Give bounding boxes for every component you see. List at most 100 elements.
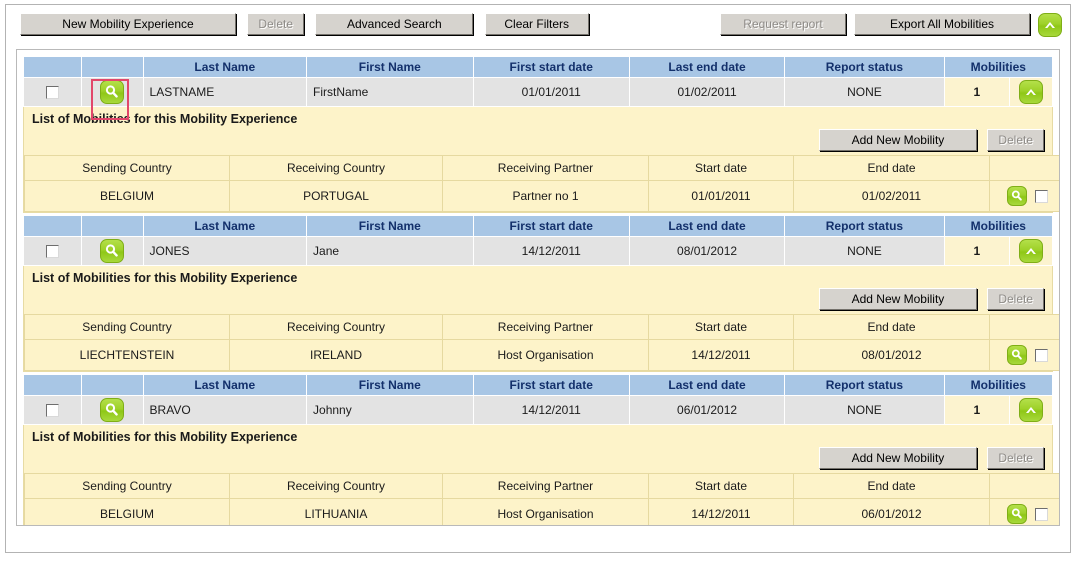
mobility-experience-table: Last Name First Name First start date La…	[22, 215, 1054, 266]
cell-last-end-date: 08/01/2012	[628, 236, 786, 266]
magnifier-icon[interactable]	[100, 80, 125, 104]
column-select	[22, 215, 83, 237]
detail-delete-button: Delete	[987, 129, 1044, 151]
detail-row: BELGIUM LITHUANIA Host Organisation 14/1…	[24, 498, 1059, 525]
checkbox-unchecked-icon[interactable]	[46, 404, 60, 418]
cell-receiving-country: IRELAND	[229, 339, 443, 371]
export-all-mobilities-button[interactable]: Export All Mobilities	[854, 13, 1030, 35]
column-sending-country: Sending Country	[24, 155, 230, 181]
advanced-search-button[interactable]: Advanced Search	[315, 13, 474, 35]
magnifier-icon[interactable]	[100, 239, 125, 263]
magnifier-icon[interactable]	[1007, 504, 1028, 524]
mobility-detail-section: List of Mobilities for this Mobility Exp…	[23, 425, 1059, 525]
table-row: LASTNAME FirstName 01/01/2011 01/02/2011…	[22, 77, 1053, 107]
column-last-name: Last Name	[142, 215, 308, 237]
cell-last-end-date: 01/02/2011	[628, 77, 786, 107]
cell-report-status: NONE	[784, 77, 945, 107]
detail-section-title: List of Mobilities for this Mobility Exp…	[32, 271, 298, 285]
new-mobility-experience-button[interactable]: New Mobility Experience	[20, 13, 236, 35]
column-detail-actions	[989, 155, 1059, 181]
detail-actions: Add New Mobility Delete	[24, 288, 1052, 314]
cell-sending-country: BELGIUM	[24, 180, 230, 212]
detail-actions: Add New Mobility Delete	[24, 129, 1052, 155]
cell-receiving-country: PORTUGAL	[229, 180, 443, 212]
chevron-up-icon[interactable]	[1019, 80, 1043, 104]
column-receiving-partner: Receiving Partner	[442, 473, 649, 499]
column-end-date: End date	[793, 473, 990, 499]
checkbox-unchecked-icon[interactable]	[1034, 348, 1048, 362]
column-report-status: Report status	[784, 215, 945, 237]
row-select-cell	[22, 236, 83, 266]
row-select-cell	[22, 395, 83, 425]
results-panel: Last Name First Name First start date La…	[16, 49, 1060, 526]
cell-detail-actions	[989, 180, 1059, 212]
chevron-up-icon[interactable]	[1038, 13, 1062, 37]
detail-header-row: Sending Country Receiving Country Receiv…	[24, 155, 1059, 181]
mobility-detail-table: Sending Country Receiving Country Receiv…	[24, 314, 1059, 371]
chevron-up-icon[interactable]	[1019, 239, 1043, 263]
cell-collapse-toggle	[1009, 236, 1053, 266]
column-first-start-date: First start date	[472, 56, 630, 78]
magnifier-icon[interactable]	[100, 398, 125, 422]
column-receiving-country: Receiving Country	[229, 314, 443, 340]
column-report-status: Report status	[784, 374, 945, 396]
application-frame: New Mobility Experience Delete Advanced …	[5, 4, 1071, 553]
add-new-mobility-button[interactable]: Add New Mobility	[818, 447, 977, 469]
table-header-row: Last Name First Name First start date La…	[22, 374, 1054, 396]
magnifier-icon[interactable]	[1007, 345, 1028, 365]
main-toolbar: New Mobility Experience Delete Advanced …	[6, 5, 1070, 43]
row-select-cell	[22, 77, 83, 107]
mobility-experience-table: Last Name First Name First start date La…	[22, 56, 1054, 107]
cell-last-name: JONES	[142, 236, 308, 266]
mobility-detail-table: Sending Country Receiving Country Receiv…	[24, 155, 1059, 212]
column-detail-actions	[989, 314, 1059, 340]
checkbox-unchecked-icon[interactable]	[46, 86, 60, 100]
mobility-detail-section: List of Mobilities for this Mobility Exp…	[23, 107, 1059, 213]
clear-filters-button[interactable]: Clear Filters	[484, 13, 589, 35]
row-view-cell	[81, 395, 144, 425]
magnifier-icon[interactable]	[1007, 186, 1028, 206]
cell-last-end-date: 06/01/2012	[628, 395, 786, 425]
mobility-detail-section: List of Mobilities for this Mobility Exp…	[23, 266, 1059, 372]
column-first-name: First Name	[306, 56, 474, 78]
column-report-status: Report status	[784, 56, 945, 78]
row-view-cell	[81, 236, 144, 266]
column-last-name: Last Name	[142, 56, 308, 78]
cell-end-date: 06/01/2012	[793, 498, 990, 525]
table-header-row: Last Name First Name First start date La…	[22, 56, 1054, 78]
cell-sending-country: LIECHTENSTEIN	[24, 339, 230, 371]
toolbar-right-group: Request report Export All Mobilities	[720, 13, 1062, 37]
add-new-mobility-button[interactable]: Add New Mobility	[818, 129, 977, 151]
column-select	[22, 56, 83, 78]
cell-detail-actions	[989, 339, 1059, 371]
column-receiving-country: Receiving Country	[229, 473, 443, 499]
request-report-button: Request report	[720, 13, 846, 35]
checkbox-unchecked-icon[interactable]	[1034, 189, 1048, 203]
cell-receiving-partner: Host Organisation	[442, 339, 649, 371]
mobility-experience-block: Last Name First Name First start date La…	[22, 215, 1059, 372]
cell-collapse-toggle	[1009, 395, 1053, 425]
column-end-date: End date	[793, 314, 990, 340]
column-receiving-country: Receiving Country	[229, 155, 443, 181]
add-new-mobility-button[interactable]: Add New Mobility	[818, 288, 977, 310]
chevron-up-icon[interactable]	[1019, 398, 1043, 422]
column-last-end-date: Last end date	[628, 56, 786, 78]
cell-receiving-partner: Partner no 1	[442, 180, 649, 212]
cell-start-date: 14/12/2011	[648, 498, 794, 525]
column-start-date: Start date	[648, 314, 794, 340]
cell-end-date: 08/01/2012	[793, 339, 990, 371]
table-row: BRAVO Johnny 14/12/2011 06/01/2012 NONE …	[22, 395, 1053, 425]
cell-mobilities-count: 1	[943, 236, 1011, 266]
detail-row: LIECHTENSTEIN IRELAND Host Organisation …	[24, 339, 1059, 371]
column-mobilities: Mobilities	[943, 215, 1054, 237]
detail-header-row: Sending Country Receiving Country Receiv…	[24, 314, 1059, 340]
checkbox-unchecked-icon[interactable]	[1034, 507, 1048, 521]
cell-last-name: LASTNAME	[142, 77, 308, 107]
detail-delete-button: Delete	[987, 447, 1044, 469]
mobility-experience-block: Last Name First Name First start date La…	[22, 56, 1059, 213]
column-last-end-date: Last end date	[628, 374, 786, 396]
column-receiving-partner: Receiving Partner	[442, 314, 649, 340]
checkbox-unchecked-icon[interactable]	[46, 245, 60, 259]
column-first-start-date: First start date	[472, 374, 630, 396]
cell-last-name: BRAVO	[142, 395, 308, 425]
